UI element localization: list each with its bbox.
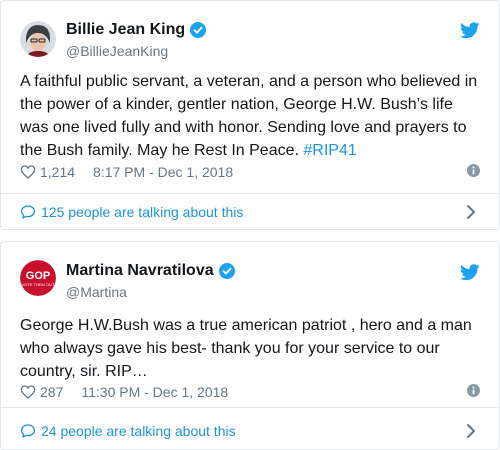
hashtag-link[interactable]: #RIP41 — [303, 142, 356, 159]
tweet-meta: 287 11:30 PM - Dec 1, 2018 — [20, 383, 480, 401]
speech-bubble-icon — [21, 205, 35, 219]
talking-count[interactable]: 24 people are talking about this — [41, 423, 236, 439]
speech-bubble-icon — [21, 424, 35, 438]
heart-icon[interactable] — [20, 164, 36, 180]
tweet-text: A faithful public servant, a veteran, an… — [20, 70, 485, 162]
chevron-right-icon[interactable] — [466, 204, 476, 220]
author-name-text[interactable]: Martina Navratilova — [66, 262, 214, 280]
like-count[interactable]: 1,214 — [40, 164, 75, 180]
timestamp[interactable]: 11:30 PM - Dec 1, 2018 — [81, 384, 228, 400]
chevron-right-icon[interactable] — [466, 423, 476, 439]
info-icon[interactable] — [467, 384, 480, 397]
divider — [0, 193, 500, 194]
talking-count[interactable]: 125 people are talking about this — [41, 204, 243, 220]
verified-badge-icon — [218, 263, 235, 279]
conversation-link[interactable]: 24 people are talking about this — [20, 421, 480, 441]
twitter-bird-icon[interactable] — [460, 22, 480, 39]
tweet-body: A faithful public servant, a veteran, an… — [20, 73, 478, 159]
timestamp[interactable]: 8:17 PM - Dec 1, 2018 — [93, 164, 233, 180]
author-name[interactable]: Billie Jean King — [66, 21, 207, 39]
avatar[interactable]: GOP VOTE THEM OUT — [20, 260, 56, 296]
heart-icon[interactable] — [20, 384, 36, 400]
tweet-body: George H.W.Bush was a true american patr… — [20, 317, 472, 380]
author-name-text[interactable]: Billie Jean King — [66, 21, 185, 39]
svg-text:GOP: GOP — [26, 270, 50, 282]
svg-text:VOTE THEM OUT: VOTE THEM OUT — [22, 282, 55, 287]
tweet-text: George H.W.Bush was a true american patr… — [20, 314, 485, 383]
author-name[interactable]: Martina Navratilova — [66, 262, 235, 280]
like-count[interactable]: 287 — [40, 384, 63, 400]
avatar[interactable] — [20, 21, 56, 57]
info-icon[interactable] — [467, 164, 480, 177]
divider — [0, 407, 500, 408]
verified-badge-icon — [190, 22, 207, 38]
author-handle[interactable]: @BillieJeanKing — [66, 43, 168, 59]
author-handle[interactable]: @Martina — [66, 284, 127, 300]
twitter-bird-icon[interactable] — [460, 264, 480, 281]
conversation-link[interactable]: 125 people are talking about this — [20, 202, 480, 222]
tweet-meta: 1,214 8:17 PM - Dec 1, 2018 — [20, 163, 480, 181]
